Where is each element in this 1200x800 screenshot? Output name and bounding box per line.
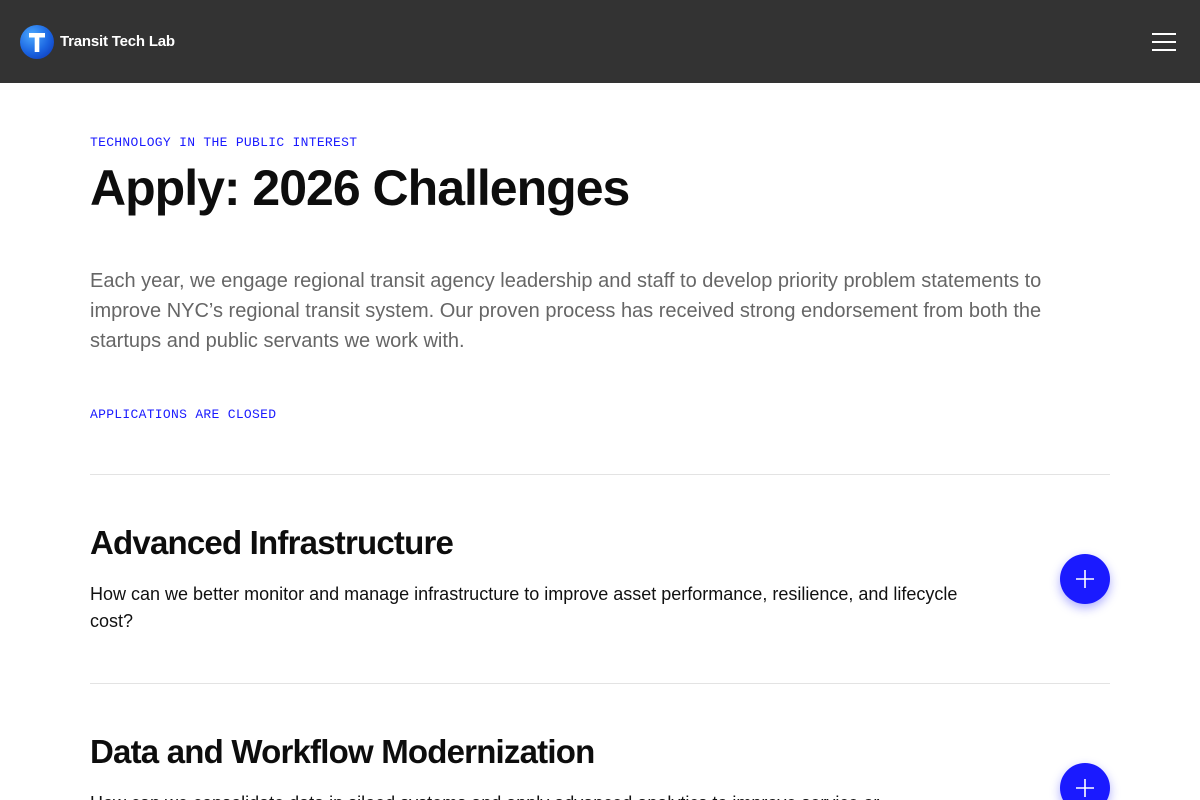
transit-tech-lab-logo bbox=[20, 24, 54, 59]
hamburger-menu-icon[interactable] bbox=[1152, 32, 1176, 51]
plus-icon bbox=[1076, 779, 1094, 797]
challenge-description: How can we consolidate data in siloed sy… bbox=[90, 790, 970, 800]
brand-name: Transit Tech Lab bbox=[60, 33, 175, 50]
hero-intro-text: Each year, we engage regional transit ag… bbox=[90, 270, 1042, 352]
page-title: Apply: 2026 Challenges bbox=[90, 160, 630, 216]
hero-eyebrow: TECHNOLOGY IN THE PUBLIC INTEREST bbox=[90, 135, 358, 150]
challenge-advanced-infrastructure: Advanced Infrastructure How can we bette… bbox=[90, 524, 1110, 635]
challenge-title: Advanced Infrastructure bbox=[90, 524, 454, 561]
brand-home-link[interactable]: Transit Tech Lab bbox=[20, 24, 175, 59]
challenge-data-workflow-modernization: Data and Workflow Modernization How can … bbox=[90, 733, 1110, 800]
section-divider bbox=[90, 683, 1110, 684]
challenge-description: How can we better monitor and manage inf… bbox=[90, 584, 958, 631]
expand-challenge-button[interactable] bbox=[1060, 554, 1110, 604]
section-divider bbox=[90, 474, 1110, 475]
challenge-title: Data and Workflow Modernization bbox=[90, 733, 595, 770]
site-header: Transit Tech Lab bbox=[0, 0, 1200, 83]
logo-letter-t-icon bbox=[29, 32, 45, 52]
plus-icon bbox=[1076, 570, 1094, 588]
applications-status: APPLICATIONS ARE CLOSED bbox=[90, 407, 277, 422]
